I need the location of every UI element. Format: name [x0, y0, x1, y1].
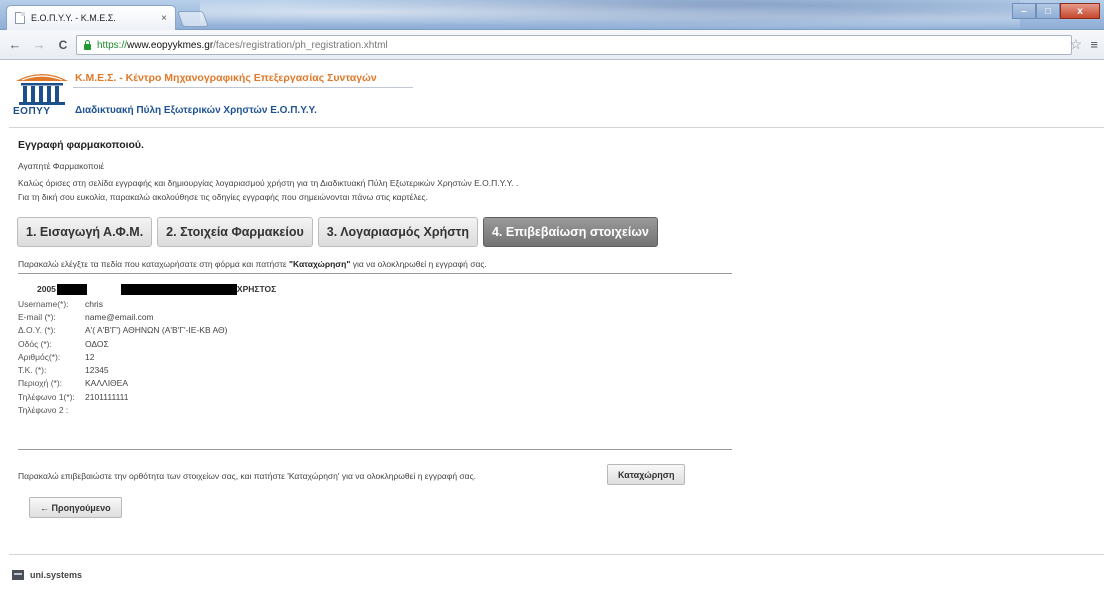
eopyy-logo[interactable]: ΕΟΠΥΥ: [13, 69, 71, 123]
step-tab-confirmation[interactable]: 4. Επιβεβαίωση στοιχείων: [482, 217, 658, 247]
person-id-prefix: 2005: [37, 284, 56, 294]
field-label: Αριθμός(*):: [18, 351, 61, 362]
field-row-email: E-mail (*): name@email.com: [18, 310, 227, 323]
field-label: Δ.Ο.Υ. (*):: [18, 325, 56, 336]
site-header: ΕΟΠΥΥ Κ.Μ.Ε.Σ. - Κέντρο Μηχανογραφικής Ε…: [9, 61, 1104, 128]
field-row-area: Περιοχή (*): ΚΑΛΛΙΘΕΑ: [18, 377, 227, 390]
field-value: 2101111111: [85, 391, 129, 402]
field-value: ΟΔΟΣ: [85, 338, 109, 349]
section-divider-top: [18, 273, 732, 274]
tab-close-icon[interactable]: ×: [161, 13, 167, 24]
temple-logo-icon: [16, 74, 68, 105]
field-value: 12: [85, 351, 95, 362]
lock-icon: [83, 40, 92, 50]
step-tab-afm[interactable]: 1. Εισαγωγή Α.Φ.Μ.: [17, 217, 153, 247]
field-label: Τηλέφωνο 2 :: [18, 405, 69, 416]
site-subtitle: Διαδικτυακή Πύλη Εξωτερικών Χρηστών Ε.Ο.…: [75, 105, 317, 116]
url-host: www.eopyykmes.gr: [127, 39, 214, 51]
reload-icon[interactable]: C: [56, 38, 70, 52]
field-label: E-mail (*):: [18, 311, 56, 322]
field-label: Οδός (*):: [18, 338, 52, 349]
browser-toolbar: ← → C https:// www.eopyykmes.gr /faces/r…: [0, 30, 1104, 60]
page-title: Εγγραφή φαρμακοποιού.: [18, 139, 144, 151]
step-tab-account[interactable]: 3. Λογαριασμός Χρήστη: [317, 217, 478, 247]
star-icon[interactable]: ☆: [1069, 36, 1082, 53]
close-window-button[interactable]: x: [1060, 3, 1100, 19]
field-row-phone-2: Τηλέφωνο 2 :: [18, 403, 227, 416]
section-divider-bottom: [18, 449, 732, 450]
url-scheme: https://: [97, 39, 128, 51]
minimize-button[interactable]: –: [1012, 3, 1036, 19]
field-row-number: Αριθμός(*): 12: [18, 350, 227, 363]
confirm-instruction: Παρακαλώ επιβεβαιώστε την ορθότητα των σ…: [18, 471, 477, 481]
instruction-text: Παρακαλώ ελέγξτε τα πεδία που καταχωρήσα…: [18, 259, 289, 269]
site-footer: uni.systems: [12, 570, 82, 580]
tab-title: Ε.Ο.Π.Υ.Υ. - Κ.Μ.Ε.Σ.: [31, 13, 116, 23]
back-arrow-icon[interactable]: ←: [8, 37, 22, 52]
address-bar[interactable]: https:// www.eopyykmes.gr /faces/registr…: [76, 35, 1072, 55]
field-row-phone-1: Τηλέφωνο 1(*): 2101111111: [18, 390, 227, 403]
instruction-text-end: για να ολοκληρωθεί η εγγραφή σας.: [350, 259, 487, 269]
field-row-postal-code: Τ.Κ. (*): 12345: [18, 363, 227, 376]
browser-tab[interactable]: Ε.Ο.Π.Υ.Υ. - Κ.Μ.Ε.Σ. ×: [6, 5, 176, 30]
browser-title-bar: Ε.Ο.Π.Υ.Υ. - Κ.Μ.Ε.Σ. × – □ x: [0, 0, 1104, 30]
header-divider: [73, 87, 413, 88]
unisystems-logo-icon: [12, 570, 24, 580]
field-value: Α'( Α'Β'Γ') ΑΘΗΝΩΝ (Α'Β'Γ'-ΙΕ-ΚΒ ΑΘ): [85, 325, 228, 336]
field-value: 12345: [85, 365, 109, 376]
intro-guidance: Για τη δική σου ευκολία, παρακαλώ ακολού…: [18, 192, 428, 202]
summary-fields: Username(*): chris E-mail (*): name@emai…: [18, 297, 227, 417]
submit-button[interactable]: Καταχώρηση: [607, 464, 686, 485]
field-value: ΚΑΛΛΙΘΕΑ: [85, 378, 129, 389]
title-bar-decoration: [200, 0, 1020, 30]
redaction-bar: [56, 283, 87, 295]
field-label: Τ.Κ. (*):: [18, 365, 47, 376]
field-value: name@email.com: [85, 311, 154, 322]
registration-steps: 1. Εισαγωγή Α.Φ.Μ. 2. Στοιχεία Φαρμακείο…: [17, 217, 658, 247]
field-value: chris: [85, 298, 103, 309]
maximize-button[interactable]: □: [1036, 3, 1060, 19]
footer-divider: [9, 554, 1104, 555]
web-page: ΕΟΠΥΥ Κ.Μ.Ε.Σ. - Κέντρο Μηχανογραφικής Ε…: [9, 61, 1104, 600]
site-title: Κ.Μ.Ε.Σ. - Κέντρο Μηχανογραφικής Επεξεργ…: [75, 72, 377, 84]
field-row-username: Username(*): chris: [18, 297, 227, 310]
forward-arrow-icon[interactable]: →: [32, 37, 46, 52]
intro-greeting: Αγαπητέ Φαρμακοποιέ: [18, 161, 105, 171]
logo-text: ΕΟΠΥΥ: [13, 106, 51, 117]
person-name-suffix: ΧΡΗΣΤΟΣ: [236, 284, 277, 294]
field-row-tax-office: Δ.Ο.Υ. (*): Α'( Α'Β'Γ') ΑΘΗΝΩΝ (Α'Β'Γ'-Ι…: [18, 324, 227, 337]
previous-button[interactable]: ← Προηγούμενο: [29, 497, 122, 518]
field-label: Περιοχή (*):: [18, 378, 63, 389]
url-path: /faces/registration/ph_registration.xhtm…: [213, 39, 388, 51]
new-tab-button[interactable]: [177, 11, 209, 27]
instruction-emphasis: "Καταχώρηση": [288, 259, 351, 269]
field-label: Username(*):: [18, 298, 69, 309]
field-row-street: Οδός (*): ΟΔΟΣ: [18, 337, 227, 350]
window-controls: – □ x: [1012, 3, 1100, 19]
review-instruction: Παρακαλώ ελέγξτε τα πεδία που καταχωρήσα…: [18, 259, 487, 269]
step-tab-pharmacy[interactable]: 2. Στοιχεία Φαρμακείου: [157, 217, 313, 247]
person-summary: 2005 ΧΡΗΣΤΟΣ: [37, 283, 276, 295]
page-favicon-icon: [15, 12, 25, 24]
menu-icon[interactable]: ≡: [1090, 37, 1098, 52]
intro-welcome: Καλώς όρισες στη σελίδα εγγραφής και δημ…: [18, 178, 519, 188]
field-label: Τηλέφωνο 1(*):: [18, 391, 75, 402]
footer-brand: uni.systems: [30, 570, 83, 580]
redaction-bar: [120, 283, 237, 295]
